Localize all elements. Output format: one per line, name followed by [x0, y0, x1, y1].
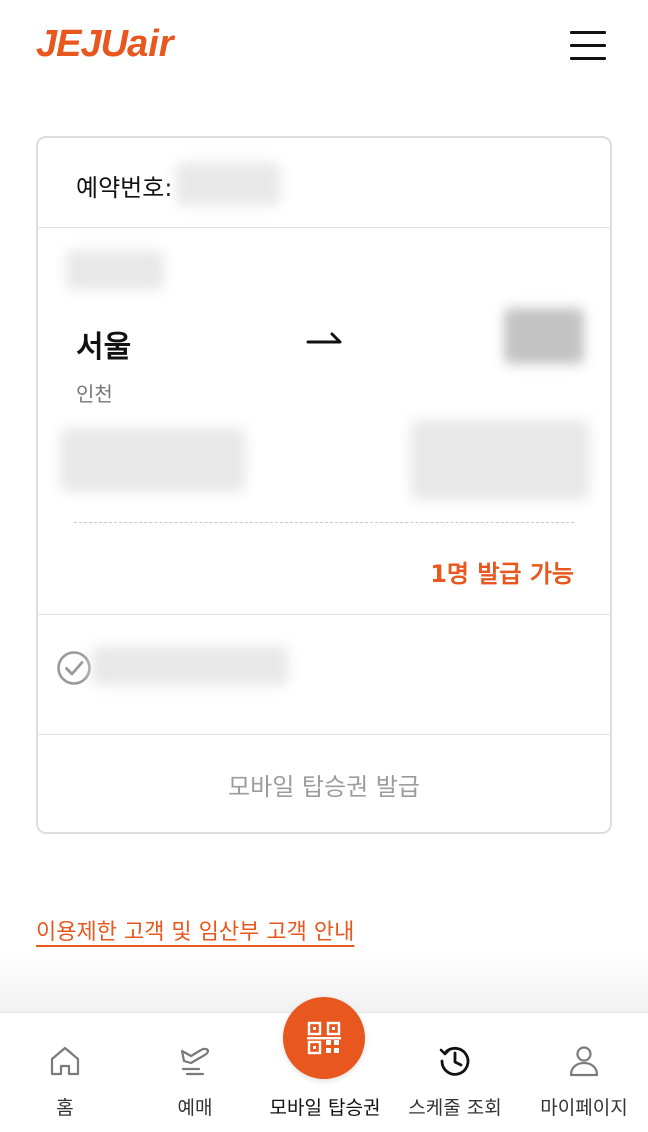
nav-label-my-page: 마이페이지 [540, 1097, 628, 1119]
arrival-city-redacted [504, 308, 584, 364]
page: JEJUair 예약번호: 서울 인천 1명 발급 가능 모바일 탑승권 발급 … [0, 0, 648, 1132]
header: JEJUair [0, 0, 648, 92]
nav-label-home: 홈 [56, 1097, 74, 1119]
dashed-divider [74, 522, 574, 523]
nav-label-schedule: 스케줄 조회 [408, 1097, 502, 1119]
flight-date-redacted [66, 250, 164, 290]
nav-label-booking: 예매 [177, 1097, 213, 1119]
nav-item-home[interactable]: 홈 [0, 1013, 130, 1132]
logo-suffix-text: air [127, 23, 174, 65]
availability-text: 1명 발급 가능 [430, 560, 574, 588]
departure-city: 서울 [76, 330, 132, 365]
arrival-time-redacted [410, 420, 590, 500]
booking-number-label: 예약번호: [76, 174, 173, 202]
nav-item-schedule[interactable]: 스케줄 조회 [390, 1013, 520, 1132]
check-circle-icon[interactable] [56, 650, 92, 686]
restricted-passenger-notice-link[interactable]: 이용제한 고객 및 임산부 고객 안내 [36, 914, 354, 946]
section-divider [38, 734, 610, 735]
qr-code-icon [307, 1021, 341, 1055]
home-icon [50, 1046, 80, 1076]
arrow-right-icon [306, 332, 342, 344]
user-icon [569, 1046, 599, 1077]
issue-mobile-boarding-pass-button[interactable]: 모바일 탑승권 발급 [38, 736, 610, 832]
brand-logo[interactable]: JEJUair [36, 22, 174, 66]
departure-time-redacted [60, 428, 246, 492]
logo-main-text: JEJU [36, 23, 128, 65]
section-divider [38, 614, 610, 615]
nav-item-my-page[interactable]: 마이페이지 [520, 1013, 648, 1132]
nav-item-mobile-boarding-pass[interactable]: 모바일 탑승권 [260, 997, 390, 1132]
booking-number-redacted [176, 162, 280, 206]
bottom-nav: 홈 예매 모바일 탑승권 스케줄 조회 마이페이지 [0, 997, 648, 1132]
nav-item-booking[interactable]: 예매 [130, 1013, 260, 1132]
plane-ticket-icon [180, 1047, 210, 1076]
booking-number-row: 예약번호: [38, 138, 610, 228]
mobile-boarding-pass-fab[interactable] [283, 997, 365, 1079]
passenger-name-redacted [92, 646, 288, 686]
clock-history-icon [439, 1046, 470, 1076]
boarding-pass-card: 예약번호: 서울 인천 1명 발급 가능 모바일 탑승권 발급 [36, 136, 612, 834]
hamburger-menu-icon[interactable] [568, 28, 608, 64]
departure-airport: 인천 [76, 382, 113, 406]
nav-label-mobile-boarding-pass: 모바일 탑승권 [269, 1097, 381, 1119]
